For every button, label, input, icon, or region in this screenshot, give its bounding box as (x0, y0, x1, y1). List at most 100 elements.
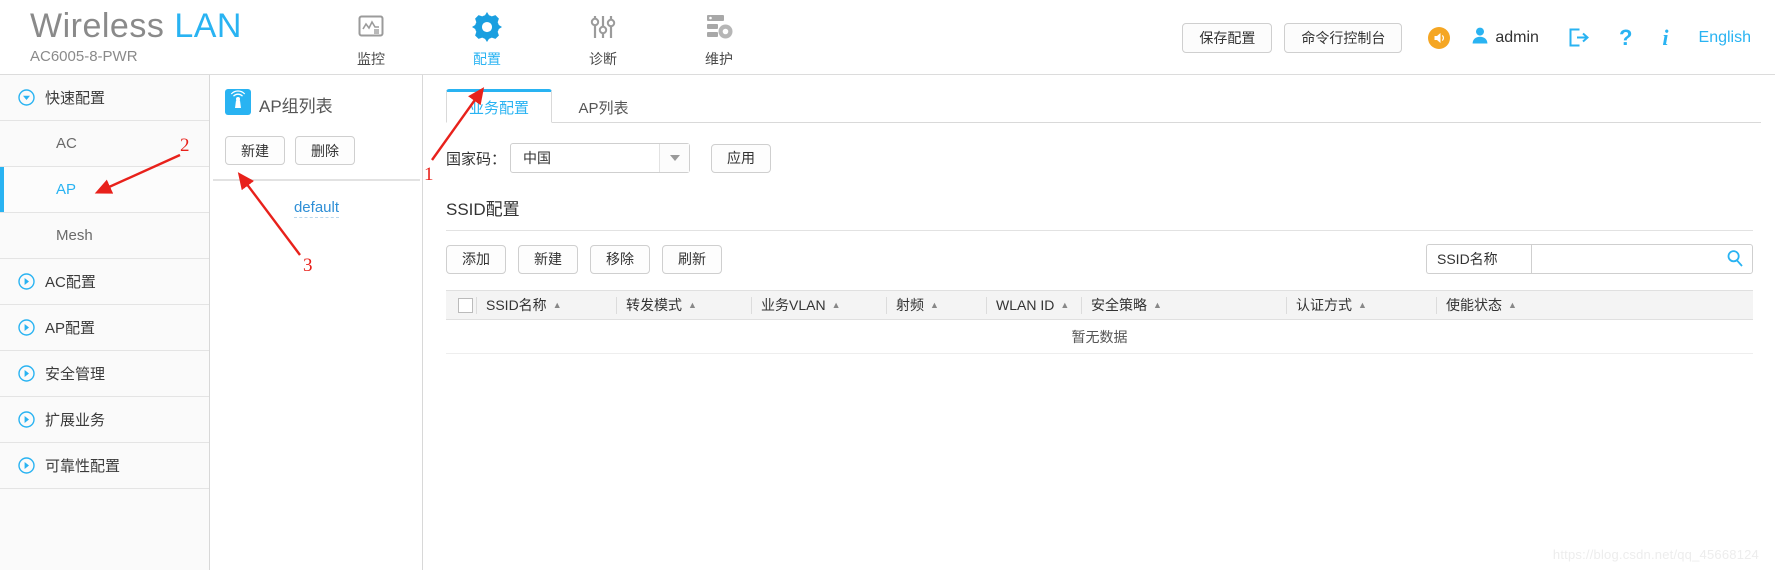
info-icon[interactable]: i (1662, 25, 1668, 51)
column-forward-mode[interactable]: 转发模式 ▲ (616, 296, 751, 314)
nav-label-configuration: 配置 (473, 51, 501, 67)
sidebar-label-mesh: Mesh (56, 227, 93, 244)
ssid-section-title: SSID配置 (446, 200, 520, 219)
brand-word-lan: LAN (174, 7, 242, 45)
sort-arrow-icon: ▲ (930, 300, 939, 310)
chevron-right-circle-icon (18, 411, 35, 428)
annotation-number-3: 3 (303, 255, 313, 276)
ssid-table: SSID名称 ▲ 转发模式 ▲ 业务VLAN ▲ 射频 ▲ WLAN ID ▲ 安全策略 ▲… (446, 290, 1753, 354)
save-config-button[interactable]: 保存配置 (1182, 22, 1273, 53)
chevron-down-circle-icon (18, 89, 35, 106)
nav-label-maintenance: 维护 (705, 51, 733, 67)
sidebar-item-security[interactable]: 安全管理 (0, 351, 209, 397)
ssid-add-button[interactable]: 添加 (446, 244, 506, 274)
brand-title: Wireless LAN (30, 9, 330, 43)
search-input[interactable] (1540, 246, 1722, 272)
ssid-remove-button[interactable]: 移除 (590, 244, 650, 274)
user-icon (1472, 27, 1488, 49)
apply-button[interactable]: 应用 (711, 143, 772, 173)
sidebar-item-ap[interactable]: AP (0, 167, 209, 213)
sort-arrow-icon: ▲ (552, 300, 562, 310)
ssid-refresh-button[interactable]: 刷新 (662, 244, 722, 274)
chevron-down-icon[interactable] (659, 144, 690, 172)
ap-group-delete-button[interactable]: 删除 (295, 136, 355, 165)
chevron-right-circle-icon (18, 319, 35, 336)
sidebar-label-ac-config: AC配置 (45, 274, 96, 291)
ssid-new-button[interactable]: 新建 (518, 244, 578, 274)
sidebar-item-ac[interactable]: AC (0, 121, 209, 167)
sidebar-item-ac-config[interactable]: AC配置 (0, 259, 209, 305)
tab-ap-list[interactable]: AP列表 (556, 90, 650, 124)
cli-console-button[interactable]: 命令行控制台 (1284, 22, 1403, 53)
ssid-toolbar: 添加 新建 移除 刷新 (446, 244, 722, 274)
brand: Wireless LAN AC6005-8-PWR (0, 9, 330, 65)
nav-item-diagnosis[interactable]: 诊断 (572, 11, 634, 69)
content-tabs: 业务配置 AP列表 (446, 89, 1761, 123)
watermark: https://blog.csdn.net/qq_45668124 (1552, 547, 1759, 562)
column-security-policy[interactable]: 安全策略 ▲ (1081, 296, 1286, 314)
select-all-checkbox[interactable] (446, 297, 476, 314)
country-code-value: 中国 (523, 150, 552, 166)
wireless-lan-console: Wireless LAN AC6005-8-PWR 监控 配置 诊断 维护 保存… (0, 0, 1775, 570)
ssid-search: SSID名称 (1426, 244, 1753, 274)
chevron-right-circle-icon (18, 457, 35, 474)
column-service-vlan[interactable]: 业务VLAN ▲ (751, 296, 886, 314)
annotation-number-1: 1 (424, 164, 434, 185)
column-wlan-id[interactable]: WLAN ID ▲ (986, 296, 1081, 314)
ssid-section-divider (446, 230, 1753, 231)
alarm-speaker-icon[interactable] (1428, 26, 1451, 49)
nav-item-configuration[interactable]: 配置 (456, 11, 518, 69)
sort-arrow-icon: ▲ (1508, 300, 1517, 310)
ap-group-toolbar: 新建 删除 (211, 120, 422, 165)
sidebar-item-reliability[interactable]: 可靠性配置 (0, 443, 209, 489)
question-icon[interactable]: ? (1619, 25, 1632, 51)
sort-arrow-icon: ▲ (831, 300, 841, 310)
sidebar-item-mesh[interactable]: Mesh (0, 213, 209, 259)
column-auth-method[interactable]: 认证方式 ▲ (1286, 296, 1436, 314)
ap-group-title: AP组列表 (259, 97, 333, 116)
column-enable-status[interactable]: 使能状态 ▲ (1436, 296, 1556, 314)
nav-label-diagnosis: 诊断 (589, 51, 617, 67)
sidebar: 快速配置 AC AP Mesh AC配置 AP配置 安全管理 扩展业务 可靠性配… (0, 75, 210, 570)
search-icon[interactable] (1726, 249, 1744, 272)
device-model: AC6005-8-PWR (30, 48, 138, 65)
sidebar-item-quick-config[interactable]: 快速配置 (0, 75, 209, 121)
column-radio[interactable]: 射频 ▲ (886, 296, 986, 314)
user-name: admin (1495, 28, 1539, 46)
language-switch[interactable]: English (1699, 29, 1751, 47)
ap-group-new-button[interactable]: 新建 (225, 136, 285, 165)
user-menu[interactable]: admin (1472, 27, 1539, 49)
sort-arrow-icon: ▲ (688, 300, 697, 310)
table-empty-message: 暂无数据 (446, 320, 1753, 354)
nav-item-monitor[interactable]: 监控 (340, 11, 402, 69)
country-code-select[interactable]: 中国 (510, 143, 691, 173)
sliders-icon (572, 11, 634, 43)
monitor-icon (340, 11, 402, 43)
sidebar-item-ap-config[interactable]: AP配置 (0, 305, 209, 351)
search-field-selector[interactable]: SSID名称 (1426, 244, 1531, 274)
ap-group-tree: default (211, 181, 422, 218)
search-input-wrapper (1531, 244, 1753, 274)
ap-group-header: AP组列表 (211, 75, 422, 120)
country-code-row: 国家码： 中国 应用 (446, 143, 1775, 173)
column-ssid-name[interactable]: SSID名称 ▲ (476, 296, 616, 314)
gear-icon (456, 11, 518, 43)
chevron-right-circle-icon (18, 365, 35, 382)
sidebar-label-reliability: 可靠性配置 (45, 458, 121, 475)
sort-arrow-icon: ▲ (1153, 300, 1162, 310)
nav-item-maintenance[interactable]: 维护 (688, 11, 750, 69)
ssid-toolbar-row: 添加 新建 移除 刷新 SSID名称 (446, 244, 1753, 274)
wifi-ap-icon (225, 89, 251, 120)
header-actions: 保存配置 命令行控制台 admin ? i English (1182, 0, 1761, 75)
logout-icon[interactable] (1569, 28, 1589, 47)
sort-arrow-icon: ▲ (1060, 300, 1070, 310)
sidebar-item-extended-service[interactable]: 扩展业务 (0, 397, 209, 443)
sidebar-label-ap-config: AP配置 (45, 320, 96, 337)
sidebar-label-quick-config: 快速配置 (45, 90, 106, 107)
tab-service-config[interactable]: 业务配置 (446, 89, 553, 123)
annotation-number-2: 2 (180, 135, 190, 156)
sidebar-label-ap: AP (56, 181, 77, 198)
sort-arrow-icon: ▲ (1358, 300, 1367, 310)
sidebar-label-extended-service: 扩展业务 (45, 412, 106, 429)
ap-group-node-default[interactable]: default (293, 199, 340, 218)
